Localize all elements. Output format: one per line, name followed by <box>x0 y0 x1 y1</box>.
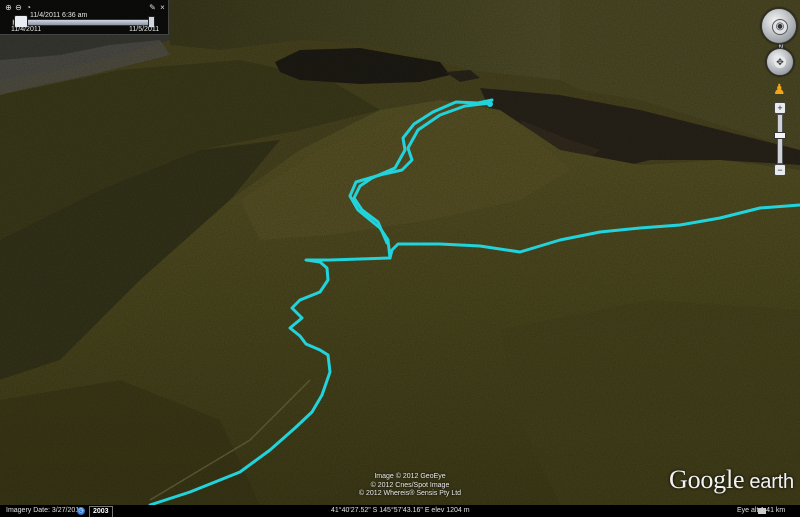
attribution-line: Image © 2012 GeoEye <box>374 473 446 480</box>
historical-imagery-year[interactable]: 2003 <box>89 506 113 517</box>
zoom-out-icon[interactable]: − <box>774 164 786 176</box>
end-date-label: 11/5/2011 <box>129 26 160 33</box>
track-endpoint <box>487 101 493 107</box>
current-time-label: 11/4/2011 6:36 am <box>30 12 88 19</box>
logo-product: earth <box>749 471 794 493</box>
zoom-in-icon[interactable]: + <box>774 102 786 114</box>
clock-icon[interactable]: ◔ <box>24 3 33 12</box>
attribution-line: © 2012 Whereis® Sensis Pty Ltd <box>358 490 462 497</box>
attribution-line: © 2012 Cnes/Spot Image <box>370 481 450 489</box>
zoom-slider[interactable]: + − <box>774 102 786 176</box>
street-view-pegman-icon[interactable]: ♟ <box>773 80 786 98</box>
move-control[interactable]: ✥ <box>766 48 794 76</box>
start-date-label: 11/4/2011 <box>11 26 42 33</box>
close-icon[interactable]: × <box>158 3 167 12</box>
zoom-out-icon[interactable]: ⊖ <box>14 3 23 12</box>
time-slider-track[interactable] <box>12 19 154 26</box>
wrench-icon[interactable]: ✎ <box>148 3 157 12</box>
google-earth-logo: Google earth <box>669 465 794 495</box>
historical-imagery-icon[interactable]: ◷ <box>77 507 85 515</box>
zoom-track[interactable] <box>777 114 783 164</box>
time-slider: ⊕ ⊖ ◔ ✎ × 11/4/2011 6:36 am 11/4/2011 11… <box>0 0 169 35</box>
zoom-in-icon[interactable]: ⊕ <box>4 3 13 12</box>
imagery-date: Imagery Date: 3/27/2011 <box>6 507 83 514</box>
look-icon[interactable]: ◉ <box>772 19 788 35</box>
map-viewport[interactable]: ⊕ ⊖ ◔ ✎ × 11/4/2011 6:36 am 11/4/2011 11… <box>0 0 800 517</box>
imagery-attribution: Image © 2012 GeoEye © 2012 Cnes/Spot Ima… <box>330 473 490 499</box>
look-control[interactable]: ◉ N <box>761 8 797 52</box>
logo-brand: Google <box>669 465 745 494</box>
cursor-coordinates: 41°40'27.52" S 145°57'43.16" E elev 1204… <box>331 507 470 514</box>
status-bar: Imagery Date: 3/27/2011 ◷ 2003 41°40'27.… <box>0 505 800 517</box>
terrain-3d-view[interactable] <box>0 0 800 517</box>
streaming-gauge-icon <box>758 508 766 514</box>
move-icon[interactable]: ✥ <box>774 56 786 68</box>
zoom-knob[interactable] <box>774 132 786 139</box>
